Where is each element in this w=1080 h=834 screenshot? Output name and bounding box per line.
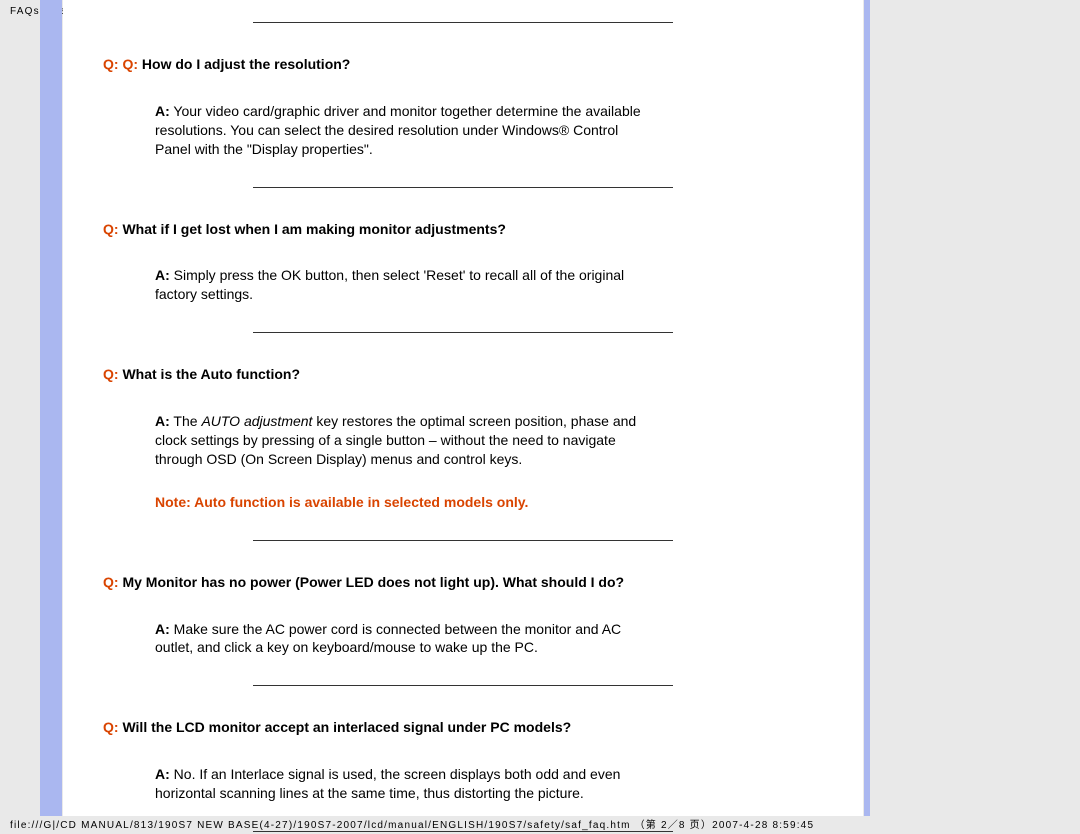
a-prefix: A: <box>155 621 170 637</box>
page-footer-path: file:///G|/CD MANUAL/813/190S7 NEW BASE(… <box>10 816 814 831</box>
faq-answer: A: The AUTO adjustment key restores the … <box>155 412 655 469</box>
left-decorative-bar <box>40 0 62 816</box>
faq-answer: A: Make sure the AC power cord is connec… <box>155 620 655 658</box>
a-text: No. If an Interlace signal is used, the … <box>155 766 620 801</box>
a-text-italic: AUTO adjustment <box>201 413 312 429</box>
a-text: Your video card/graphic driver and monit… <box>155 103 641 157</box>
a-text: Simply press the OK button, then select … <box>155 267 624 302</box>
divider <box>253 685 673 686</box>
q-full: Q: What if I get lost when I am making m… <box>103 221 506 237</box>
faq-answer: A: Your video card/graphic driver and mo… <box>155 102 655 159</box>
divider <box>253 22 673 23</box>
a-prefix: A: <box>155 103 170 119</box>
q-full: Q: My Monitor has no power (Power LED do… <box>103 574 624 590</box>
faq-note: Note: Auto function is available in sele… <box>155 493 675 512</box>
a-text: Make sure the AC power cord is connected… <box>155 621 621 656</box>
faq-answer: A: Simply press the OK button, then sele… <box>155 266 655 304</box>
faq-question: Q:Q: How do I adjust the resolution? Q: … <box>103 55 823 74</box>
page-content: Q:Q: How do I adjust the resolution? Q: … <box>63 0 863 816</box>
right-decorative-bar <box>864 0 870 816</box>
a-prefix: A: <box>155 267 170 283</box>
q-full: Q: Will the LCD monitor accept an interl… <box>103 719 571 735</box>
divider <box>253 831 673 832</box>
divider <box>253 187 673 188</box>
a-text-pre: The <box>170 413 202 429</box>
a-prefix: A: <box>155 413 170 429</box>
divider <box>253 332 673 333</box>
a-prefix: A: <box>155 766 170 782</box>
faq-question: Q: What is the Auto function? <box>103 365 823 384</box>
faq-answer: A: No. If an Interlace signal is used, t… <box>155 765 655 803</box>
q-full: Q: What is the Auto function? <box>103 366 300 382</box>
q-prefix: Q: <box>103 56 119 72</box>
divider <box>253 540 673 541</box>
faq-question: Q: Will the LCD monitor accept an interl… <box>103 718 823 737</box>
q-full: Q: How do I adjust the resolution? <box>122 56 350 72</box>
faq-question: Q: What if I get lost when I am making m… <box>103 220 823 239</box>
faq-question: Q: My Monitor has no power (Power LED do… <box>103 573 823 592</box>
